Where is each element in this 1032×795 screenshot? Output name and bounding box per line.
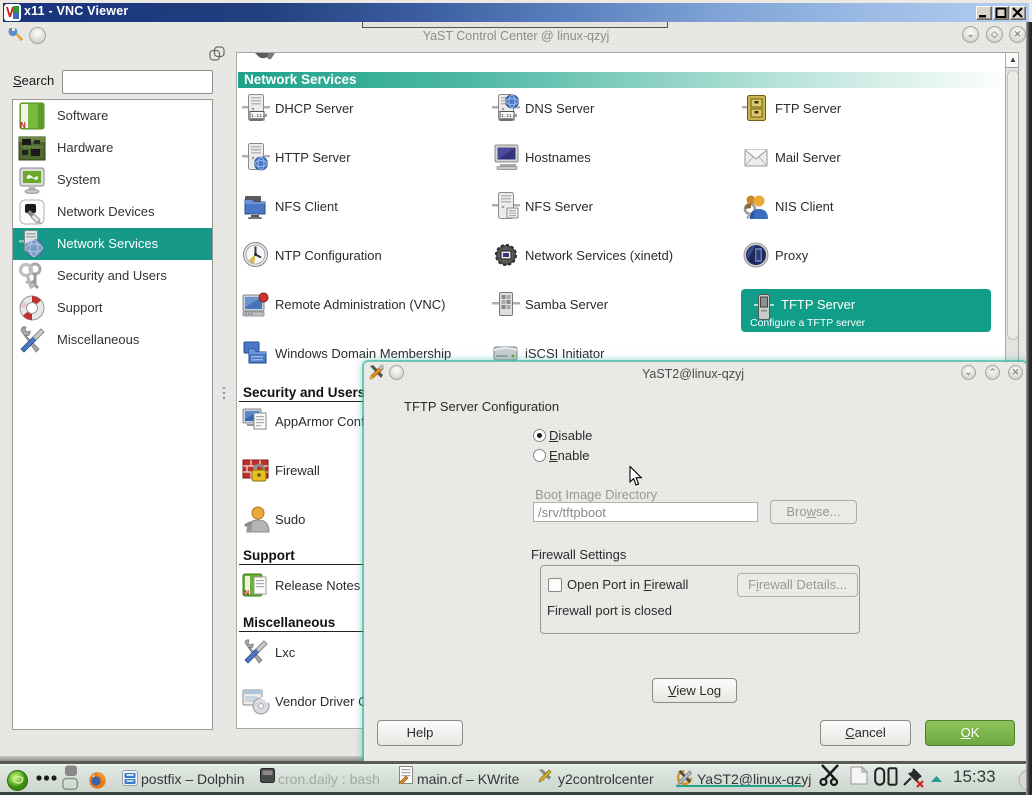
svg-text:N: N [244,590,249,597]
svg-text:N: N [20,121,26,130]
